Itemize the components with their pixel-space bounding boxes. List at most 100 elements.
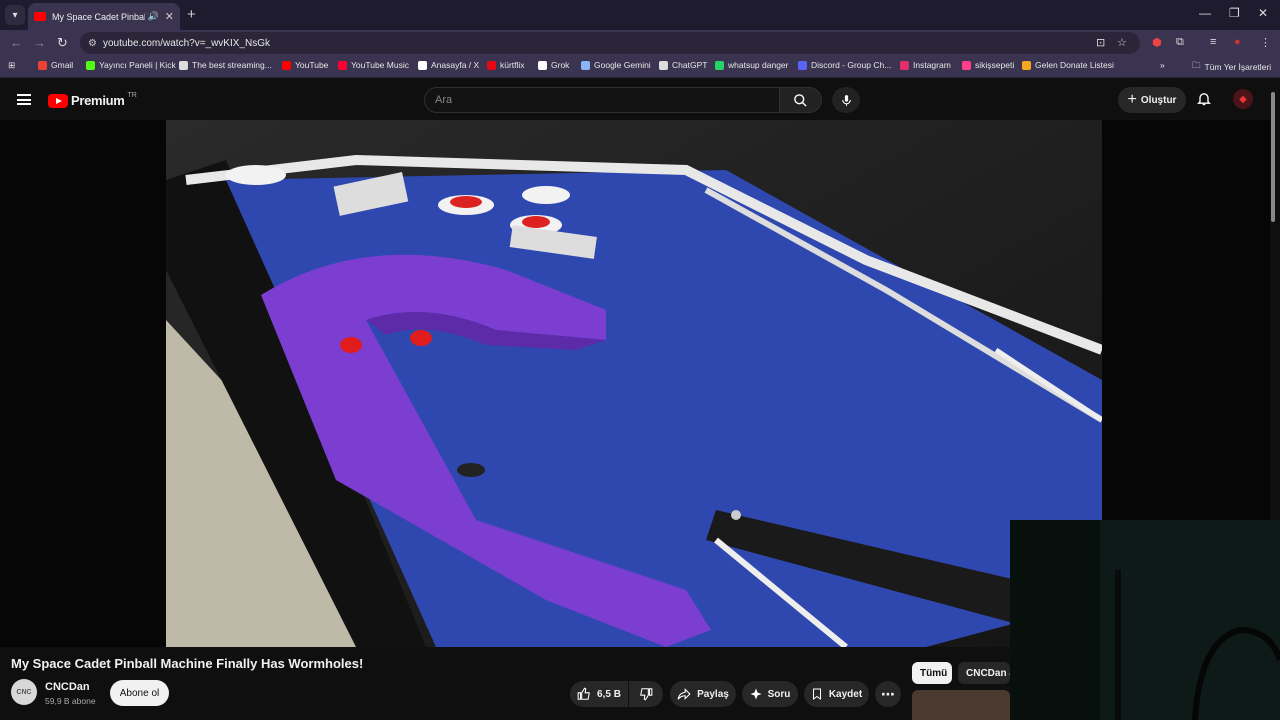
notifications-button[interactable] <box>1196 90 1212 112</box>
tab-title: My Space Cadet Pinball Ma <box>52 11 145 22</box>
active-tab[interactable]: My Space Cadet Pinball Ma 🔊 ✕ <box>28 3 180 30</box>
audio-playing-icon[interactable]: 🔊 <box>148 11 159 22</box>
page-scrollbar[interactable] <box>1271 92 1275 222</box>
kurtflix-icon <box>487 60 496 70</box>
browser-menu-icon[interactable]: ⋮ <box>1260 36 1271 49</box>
bookmark-grok[interactable]: Grok <box>538 60 569 70</box>
sparkle-icon <box>750 688 762 700</box>
minimize-window-icon[interactable]: — <box>1199 6 1211 20</box>
gmail-icon <box>38 60 47 70</box>
bookmark-youtube-music[interactable]: YouTube Music <box>338 60 409 70</box>
bookmark-label: whatsup danger <box>728 60 789 70</box>
search-button[interactable] <box>780 87 822 113</box>
more-dots-icon: ⋯ <box>881 685 895 702</box>
bookmark-label: ChatGPT <box>672 60 708 70</box>
save-button[interactable]: Kaydet <box>804 681 869 707</box>
browser-toolbar: ← → ↻ ⚙ youtube.com/watch?v=_wvKIX_NsGk … <box>0 30 1280 56</box>
channel-name[interactable]: CNCDan <box>45 681 90 693</box>
extensions-puzzle-icon[interactable]: ⧉ <box>1176 36 1184 49</box>
bookmark-kick[interactable]: Yayıncı Paneli | Kick <box>86 60 176 70</box>
more-bookmarks-chevron-icon[interactable]: » <box>1160 60 1165 70</box>
bookmark-label: Yayıncı Paneli | Kick <box>99 60 176 70</box>
grok-icon <box>538 60 547 70</box>
close-window-icon[interactable]: ✕ <box>1258 6 1268 20</box>
bookmark-donate[interactable]: Gelen Donate Listesi <box>1022 60 1114 70</box>
thumbs-down-icon <box>640 688 653 701</box>
bookmark-instagram[interactable]: Instagram <box>900 60 951 70</box>
ask-button[interactable]: Soru <box>742 681 798 707</box>
youtube-masthead: Premium TR + Oluştur ◆ <box>0 78 1280 120</box>
whatsapp-icon <box>715 60 724 70</box>
search-box <box>424 87 780 113</box>
account-avatar[interactable]: ◆ <box>1233 89 1253 109</box>
share-button[interactable]: Paylaş <box>670 681 736 707</box>
bookmark-label: Gelen Donate Listesi <box>1035 60 1114 70</box>
voice-search-button[interactable] <box>832 87 860 113</box>
bookmark-label: Gmail <box>51 60 74 70</box>
all-bookmarks-label: Tüm Yer İşaretleri <box>1204 62 1272 72</box>
create-button[interactable]: + Oluştur <box>1118 87 1186 113</box>
more-actions-button[interactable]: ⋯ <box>875 681 901 707</box>
address-bar[interactable]: ⚙ youtube.com/watch?v=_wvKIX_NsGk <box>80 32 1140 54</box>
streaming-icon <box>179 60 188 70</box>
video-title: My Space Cadet Pinball Machine Finally H… <box>11 656 364 671</box>
bookmark-label: YouTube Music <box>351 60 409 70</box>
new-tab-button[interactable]: + <box>187 6 196 23</box>
site-info-icon[interactable]: ⚙ <box>88 38 97 49</box>
bookmark-sepet[interactable]: sikişsepeti <box>962 60 1014 70</box>
thumbs-up-icon <box>577 687 590 700</box>
subscriber-count: 59,9 B abone <box>45 696 96 706</box>
reload-icon[interactable]: ↻ <box>57 35 68 51</box>
bookmark-label: Google Gemini <box>594 60 651 70</box>
youtube-premium-logo[interactable]: Premium TR <box>48 92 137 108</box>
bookmark-label: Discord - Group Ch... <box>811 60 892 70</box>
instagram-icon <box>900 60 909 70</box>
webcam-feed-image <box>1010 520 1280 720</box>
logo-wordmark: Premium <box>71 93 125 108</box>
bookmark-whatsapp[interactable]: whatsup danger <box>715 60 789 70</box>
extension-adblock-icon[interactable]: ⬢ <box>1152 36 1162 49</box>
dislike-button[interactable] <box>629 681 663 707</box>
bookmark-chatgpt[interactable]: ChatGPT <box>659 60 707 70</box>
search-input[interactable] <box>435 94 755 106</box>
video-frame[interactable] <box>166 120 1102 647</box>
forward-arrow-icon[interactable]: → <box>33 35 46 50</box>
chip-all[interactable]: Tümü <box>912 662 952 684</box>
bookmark-star-icon[interactable]: ☆ <box>1117 36 1127 49</box>
discord-icon <box>798 60 807 70</box>
bookmark-youtube[interactable]: YouTube <box>282 60 328 70</box>
bookmark-label: Grok <box>551 60 570 70</box>
recommended-thumbnail[interactable] <box>912 690 1010 720</box>
pinball-video-still <box>166 120 1102 647</box>
like-button[interactable]: 6,5 B <box>570 681 628 707</box>
bookmark-icon <box>812 688 821 700</box>
media-control-icon[interactable]: ≡ <box>1210 36 1216 48</box>
chip-channel[interactable]: CNCDan ar <box>958 662 1010 684</box>
bookmarks-bar: ⊞ Gmail Yayıncı Paneli | Kick The best str… <box>0 56 1280 78</box>
bookmark-discord[interactable]: Discord - Group Ch... <box>798 60 891 70</box>
bell-icon <box>1197 93 1211 106</box>
bookmark-gemini[interactable]: Google Gemini <box>581 60 651 70</box>
back-arrow-icon[interactable]: ← <box>10 35 23 50</box>
bookmark-label: The best streaming... <box>192 60 272 70</box>
subscribe-button[interactable]: Abone ol <box>110 680 169 706</box>
guide-menu-icon[interactable] <box>17 94 31 105</box>
tab-search-button[interactable]: ▾ <box>5 5 25 25</box>
folder-icon: 🗀 <box>1192 60 1201 70</box>
all-bookmarks-folder[interactable]: 🗀 Tüm Yer İşaretleri <box>1192 60 1271 74</box>
restore-window-icon[interactable]: ❐ <box>1229 6 1240 20</box>
region-code: TR <box>127 92 137 99</box>
bookmark-x[interactable]: Anasayfa / X <box>418 60 479 70</box>
kick-icon <box>86 60 95 70</box>
bookmark-streaming[interactable]: The best streaming... <box>179 60 272 70</box>
install-app-icon[interactable]: ⊡ <box>1096 36 1105 49</box>
profile-avatar-icon[interactable]: ● <box>1234 36 1241 48</box>
bookmark-label: kürtflix <box>500 60 525 70</box>
x-icon <box>418 60 427 70</box>
channel-avatar[interactable]: CNC <box>11 679 37 705</box>
close-tab-icon[interactable]: ✕ <box>165 10 174 23</box>
apps-grid-icon[interactable]: ⊞ <box>8 60 15 71</box>
bookmark-gmail[interactable]: Gmail <box>38 60 73 70</box>
bookmark-kurtflix[interactable]: kürtflix <box>487 60 525 70</box>
youtube-play-logo-icon <box>48 93 68 108</box>
